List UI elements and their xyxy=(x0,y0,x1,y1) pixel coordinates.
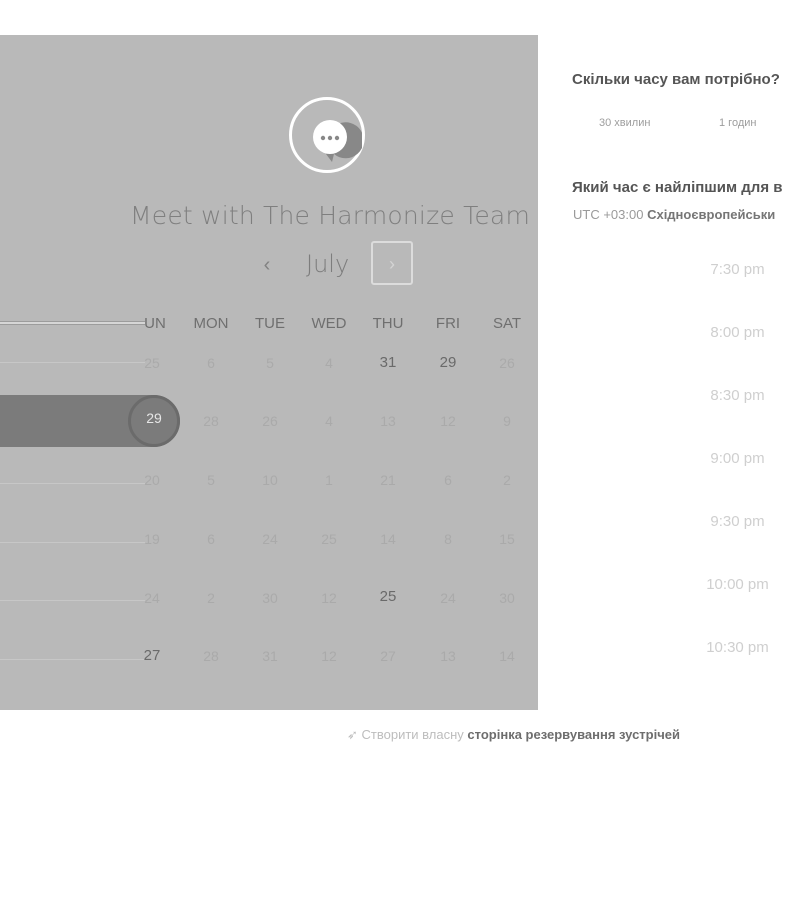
time-question: Який час є найліпшим для в xyxy=(572,179,783,196)
row-divider xyxy=(0,483,145,484)
day-cell[interactable]: 25 xyxy=(364,588,412,608)
day-cell[interactable]: 1 xyxy=(305,472,353,492)
timezone-offset: UTC +03:00 xyxy=(573,207,644,222)
day-cell[interactable]: 27 xyxy=(128,647,176,667)
row-divider xyxy=(0,659,145,660)
day-cell[interactable]: 6 xyxy=(187,355,235,375)
rocket-icon: ➶ xyxy=(347,727,358,742)
day-cell[interactable]: 13 xyxy=(364,413,412,433)
prev-month-button[interactable]: ‹ xyxy=(254,253,280,279)
day-cell[interactable]: 20 xyxy=(128,472,176,492)
dow-label: WED xyxy=(311,315,347,332)
day-cell[interactable]: 28 xyxy=(187,413,235,433)
month-label: July xyxy=(306,250,350,278)
day-cell[interactable]: 28 xyxy=(187,648,235,668)
day-cell[interactable]: 24 xyxy=(128,590,176,610)
day-cell[interactable]: 2 xyxy=(187,590,235,610)
calendar-panel: Meet with The Harmonize Team ‹ July › UN… xyxy=(0,35,538,710)
day-cell[interactable]: 24 xyxy=(246,531,294,551)
day-cell[interactable]: 5 xyxy=(246,355,294,375)
dow-label: TUE xyxy=(255,315,285,332)
day-cell[interactable]: 25 xyxy=(128,355,176,375)
day-cell[interactable]: 8 xyxy=(424,531,472,551)
day-cell[interactable]: 24 xyxy=(424,590,472,610)
day-cell[interactable]: 30 xyxy=(483,590,531,610)
dow-label: FRI xyxy=(435,315,461,332)
time-slot[interactable]: 8:30 pm xyxy=(660,387,800,404)
day-cell[interactable]: 6 xyxy=(424,472,472,492)
next-month-button[interactable]: › xyxy=(371,241,413,285)
day-cell[interactable]: 26 xyxy=(483,355,531,375)
time-slot[interactable]: 7:30 pm xyxy=(660,261,800,278)
calendar-title: Meet with The Harmonize Team xyxy=(129,201,531,230)
day-cell[interactable]: 31 xyxy=(246,648,294,668)
row-divider xyxy=(0,542,145,543)
timezone-selector[interactable]: UTC +03:00 Східноєвропейськи xyxy=(573,207,775,222)
day-cell[interactable]: 30 xyxy=(246,590,294,610)
row-divider xyxy=(0,362,145,363)
day-cell[interactable]: 9 xyxy=(483,413,531,433)
chat-bubble-icon xyxy=(289,97,365,173)
day-cell[interactable]: 21 xyxy=(364,472,412,492)
duration-question: Скільки часу вам потрібно? xyxy=(572,71,780,88)
day-cell[interactable]: 15 xyxy=(483,531,531,551)
day-cell[interactable]: 14 xyxy=(483,648,531,668)
timezone-name: Східноєвропейськи xyxy=(647,207,776,222)
time-slot[interactable]: 10:30 pm xyxy=(660,639,800,656)
time-slot[interactable]: 9:30 pm xyxy=(660,513,800,530)
duration-option[interactable]: 1 годин xyxy=(719,117,756,129)
selected-day-label: 29 xyxy=(146,410,162,426)
dow-label: UN xyxy=(144,315,166,332)
week-highlight-line xyxy=(0,321,145,325)
dow-label: THU xyxy=(372,315,404,332)
dow-label: MON xyxy=(193,315,229,332)
day-cell[interactable]: 10 xyxy=(246,472,294,492)
day-cell[interactable]: 5 xyxy=(187,472,235,492)
dow-label: SAT xyxy=(492,315,522,332)
footer-link-text: сторінка резервування зустрічей xyxy=(467,727,680,742)
day-cell[interactable]: 29 xyxy=(424,354,472,374)
day-cell[interactable]: 31 xyxy=(364,354,412,374)
day-cell[interactable]: 19 xyxy=(128,531,176,551)
day-cell[interactable]: 14 xyxy=(364,531,412,551)
day-cell[interactable]: 4 xyxy=(305,355,353,375)
footer-prefix: Створити власну xyxy=(361,727,464,742)
day-cell[interactable]: 4 xyxy=(305,413,353,433)
day-cell[interactable]: 27 xyxy=(364,648,412,668)
day-cell[interactable]: 12 xyxy=(305,648,353,668)
day-cell[interactable]: 12 xyxy=(305,590,353,610)
day-cell[interactable]: 6 xyxy=(187,531,235,551)
time-slot[interactable]: 10:00 pm xyxy=(660,576,800,593)
day-cell[interactable]: 2 xyxy=(483,472,531,492)
day-cell[interactable]: 25 xyxy=(305,531,353,551)
time-slot[interactable]: 9:00 pm xyxy=(660,450,800,467)
day-cell[interactable]: 12 xyxy=(424,413,472,433)
time-slot[interactable]: 8:00 pm xyxy=(660,324,800,341)
row-divider xyxy=(0,600,145,601)
footer-link[interactable]: ➶ Створити власну сторінка резервування … xyxy=(347,727,680,743)
duration-option[interactable]: 30 хвилин xyxy=(599,117,650,129)
month-navigation: ‹ July › xyxy=(0,241,538,289)
day-cell[interactable]: 13 xyxy=(424,648,472,668)
day-cell[interactable]: 26 xyxy=(246,413,294,433)
